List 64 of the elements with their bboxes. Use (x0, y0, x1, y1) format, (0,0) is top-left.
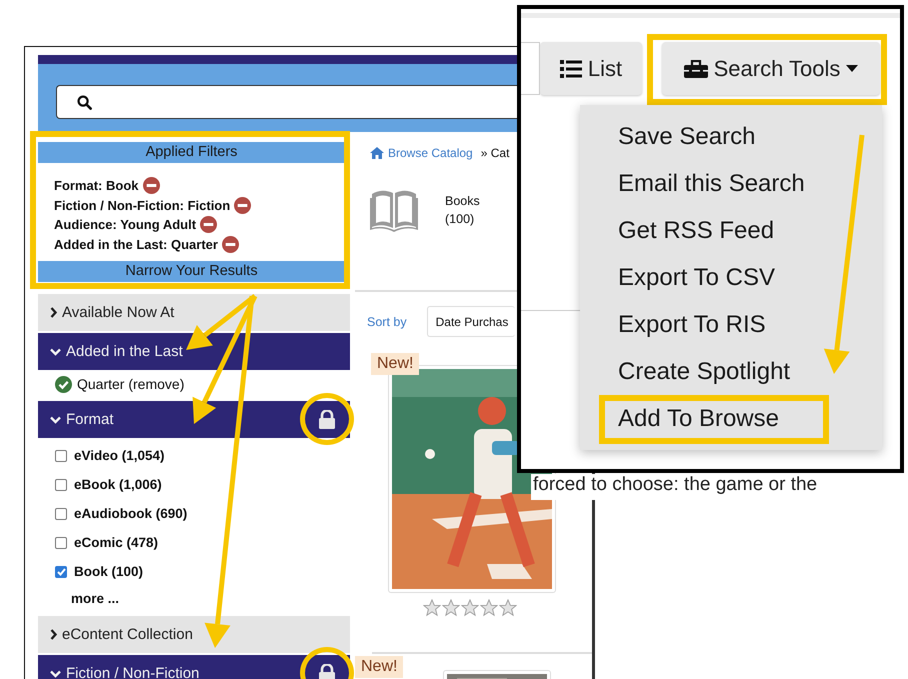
facet-header[interactable]: Added in the Last (38, 333, 350, 370)
panel-heading: Applied Filters (38, 142, 345, 163)
remove-icon[interactable] (222, 236, 239, 253)
home-icon (370, 147, 384, 159)
breadcrumb-link[interactable]: Browse Catalog (388, 146, 473, 160)
sort-label: Sort by (367, 314, 407, 328)
chevron-down-icon (50, 416, 61, 424)
remove-icon[interactable] (200, 216, 218, 234)
checkbox-label[interactable]: Book (100) (74, 564, 144, 579)
facet-header[interactable]: Fiction / Non-Fiction (38, 655, 350, 679)
chevron-down-icon (50, 670, 61, 678)
checkbox-label[interactable]: eBook (1,006) (74, 477, 162, 492)
star-icon[interactable] (499, 599, 517, 617)
remove-icon[interactable] (142, 177, 160, 194)
star-icon[interactable] (480, 599, 498, 617)
menu-item[interactable]: Export To CSV (618, 264, 775, 292)
checkbox[interactable] (55, 478, 67, 490)
filter-label: Fiction / Non-Fiction: Fiction (54, 198, 230, 213)
sort-dropdown[interactable]: Date Purchas (426, 306, 515, 337)
menu-item[interactable]: Export To RIS (618, 310, 766, 338)
checkbox[interactable] (55, 566, 67, 578)
chevron-right-icon (50, 307, 57, 318)
filter-label: Format: Book (54, 178, 138, 194)
lock-icon[interactable] (318, 664, 336, 679)
facet-value[interactable]: Quarter (remove) (55, 373, 350, 395)
menu-item[interactable]: Get RSS Feed (618, 216, 774, 244)
list-icon (560, 60, 582, 78)
lock-icon[interactable] (318, 410, 336, 429)
star-icon[interactable] (442, 599, 460, 617)
facet-header[interactable]: Format (38, 401, 350, 438)
checkbox[interactable] (55, 508, 67, 520)
facet-header[interactable]: Available Now At (38, 294, 350, 331)
caret-icon (846, 65, 858, 72)
checkbox[interactable] (55, 450, 67, 462)
category-count: (100) (445, 211, 476, 228)
menu-item[interactable]: Save Search (618, 122, 756, 150)
breadcrumb-text: » Cat (480, 146, 510, 160)
description-text: forced to choose: the game or the (531, 474, 820, 500)
book-icon (370, 188, 418, 232)
search-tools-button[interactable]: Search Tools (662, 42, 880, 95)
star-icon[interactable] (423, 599, 441, 617)
new-badge: New! (371, 353, 420, 375)
star-icon[interactable] (461, 599, 479, 617)
menu-item[interactable]: Add To Browse (618, 404, 779, 432)
toolbox-icon (684, 60, 708, 78)
checkbox[interactable] (55, 536, 67, 548)
filter-label: Audience: Young Adult (54, 217, 196, 232)
check-circle-icon (55, 376, 72, 392)
list-view-button[interactable]: List (540, 42, 642, 95)
menu-item[interactable]: Email this Search (618, 170, 805, 198)
checkbox-label[interactable]: eComic (478) (74, 535, 158, 550)
new-badge: New! (355, 656, 404, 678)
more-link[interactable]: more ... (55, 586, 350, 610)
search-icon (77, 94, 92, 110)
panel-heading: Narrow Your Results (38, 261, 345, 282)
remove-icon[interactable] (234, 196, 252, 214)
chevron-right-icon (50, 629, 57, 640)
category-label[interactable]: Books (445, 192, 480, 210)
chevron-down-icon (50, 348, 61, 356)
filter-label: Added in the Last: Quarter (54, 236, 218, 252)
checkbox-label[interactable]: eAudiobook (690) (74, 506, 188, 521)
menu-item[interactable]: Create Spotlight (618, 358, 790, 386)
checkbox-label[interactable]: eVideo (1,054) (74, 448, 165, 463)
facet-header[interactable]: eContent Collection (38, 616, 350, 653)
